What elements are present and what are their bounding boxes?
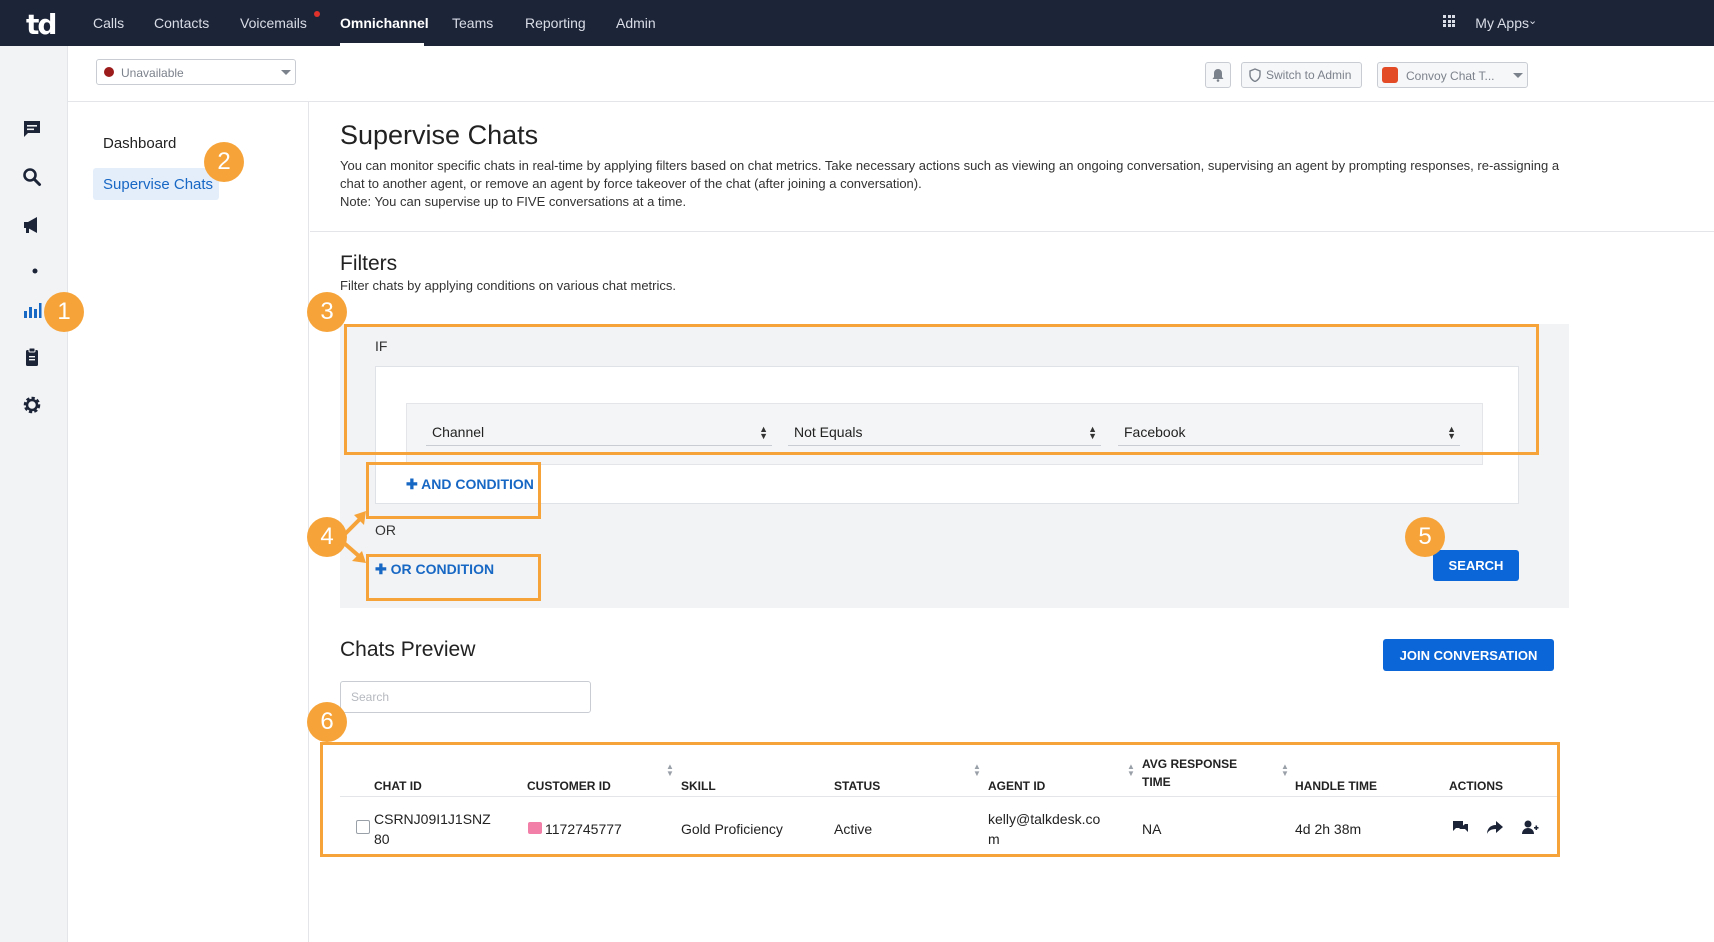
bar-chart-icon[interactable]	[22, 300, 42, 320]
notifications-button[interactable]	[1205, 62, 1231, 88]
nav-contacts[interactable]: Contacts	[154, 15, 209, 31]
sidebar-item-supervise-chats[interactable]: Supervise Chats	[93, 168, 219, 200]
gear-icon[interactable]	[22, 395, 42, 415]
status-label: Unavailable	[121, 66, 184, 80]
switch-to-admin-label: Switch to Admin	[1266, 68, 1352, 82]
notification-dot	[314, 11, 320, 17]
status-indicator-icon	[104, 67, 114, 77]
annotation-badge-1: 1	[44, 292, 84, 332]
bell-icon	[1212, 69, 1224, 82]
page-title: Supervise Chats	[340, 120, 539, 150]
description-note: Note: You can supervise up to FIVE conve…	[340, 194, 687, 209]
description-text: You can monitor specific chats in real-t…	[340, 158, 1560, 191]
annotation-badge-5: 5	[1405, 517, 1445, 557]
annotation-badge-3: 3	[307, 292, 347, 332]
chats-preview-title: Chats Preview	[340, 638, 476, 661]
search-button[interactable]: SEARCH	[1433, 550, 1519, 581]
highlight-and-condition	[366, 462, 541, 519]
chat-icon[interactable]	[22, 119, 42, 139]
nav-teams[interactable]: Teams	[452, 15, 493, 31]
filters-title: Filters	[340, 252, 398, 275]
nav-voicemails[interactable]: Voicemails	[240, 15, 307, 31]
shield-icon	[1249, 68, 1261, 82]
highlight-chats-table	[320, 742, 1560, 857]
megaphone-icon[interactable]	[22, 215, 42, 235]
annotation-badge-2: 2	[204, 142, 244, 182]
sidebar-item-dashboard[interactable]: Dashboard	[103, 135, 176, 152]
highlight-or-condition	[366, 554, 541, 601]
nav-omnichannel[interactable]: Omnichannel	[340, 15, 429, 31]
app-selector-label: Convoy Chat T...	[1406, 69, 1495, 83]
convoy-app-icon	[1382, 67, 1398, 83]
app-selector[interactable]: Convoy Chat T...	[1377, 62, 1528, 88]
my-apps-menu[interactable]: My Apps	[1475, 15, 1529, 31]
sub-header: Unavailable Switch to Admin Convoy Chat …	[68, 46, 1714, 102]
nav-calls[interactable]: Calls	[93, 15, 124, 31]
join-conversation-button[interactable]: JOIN CONVERSATION	[1383, 639, 1554, 671]
top-navigation: td Calls Contacts Voicemails Omnichannel…	[0, 0, 1714, 46]
chats-search-input[interactable]	[340, 681, 591, 713]
nav-admin[interactable]: Admin	[616, 15, 656, 31]
filters-subtitle: Filter chats by applying conditions on v…	[340, 278, 676, 293]
switch-to-admin-button[interactable]: Switch to Admin	[1241, 62, 1362, 88]
icon-rail	[0, 46, 68, 942]
nav-reporting[interactable]: Reporting	[525, 15, 586, 31]
section-divider	[310, 231, 1714, 232]
search-icon[interactable]	[22, 167, 42, 187]
chevron-down-icon[interactable]: ⌄	[1528, 14, 1537, 27]
agent-status-select[interactable]: Unavailable	[96, 59, 296, 85]
annotation-badge-6: 6	[307, 702, 347, 742]
clipboard-icon[interactable]	[22, 347, 42, 367]
talkdesk-logo[interactable]: td	[26, 8, 57, 41]
dot-icon	[32, 268, 38, 274]
apps-grid-icon[interactable]	[1443, 15, 1455, 27]
annotation-badge-4: 4	[307, 517, 347, 557]
highlight-filter-condition	[344, 324, 1539, 455]
secondary-sidebar: Dashboard Supervise Chats	[68, 102, 309, 942]
page-description: You can monitor specific chats in real-t…	[340, 157, 1580, 211]
chevron-down-icon	[281, 70, 291, 75]
chevron-down-icon	[1513, 73, 1523, 78]
